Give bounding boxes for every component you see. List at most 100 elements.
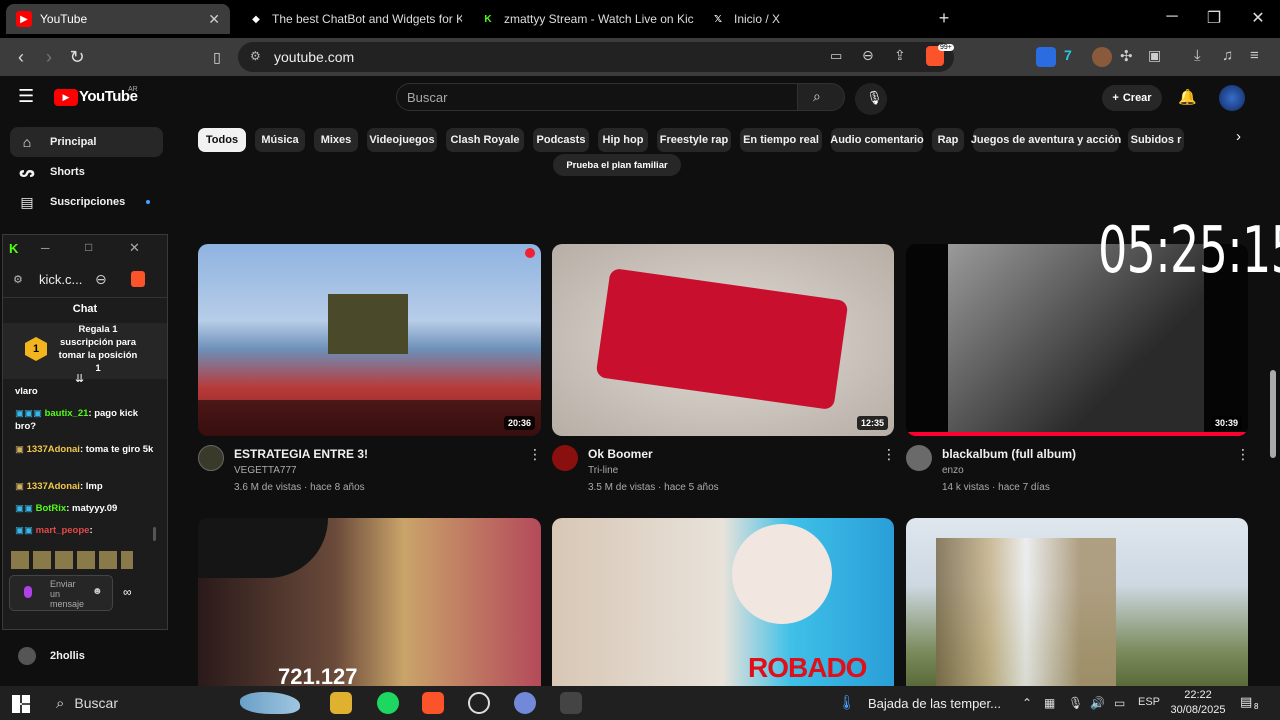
chat-username[interactable]: mart_peope [36, 525, 90, 536]
search-input[interactable] [397, 84, 797, 110]
chip-8[interactable]: En tiempo real [740, 128, 822, 152]
capture-app-icon[interactable] [560, 692, 582, 714]
channel-name[interactable]: enzo [942, 465, 964, 476]
translate-icon[interactable] [1036, 47, 1056, 67]
channel-avatar[interactable] [198, 445, 224, 471]
page-scrollbar[interactable] [1270, 370, 1276, 458]
restore-icon[interactable]: ❐ [1194, 8, 1234, 28]
window-close-icon[interactable]: ✕ [1238, 8, 1278, 28]
search-button[interactable]: ⌕ [797, 83, 845, 111]
emoji-icon[interactable]: ☻ [92, 586, 103, 597]
sidebar-item-suscripciones[interactable]: ▤ Suscripciones [10, 187, 163, 217]
popup-maximize-icon[interactable]: □ [85, 240, 92, 254]
extensions-puzzle-icon[interactable]: ✣ [1120, 47, 1140, 67]
video-thumbnail[interactable]: ROBADO [552, 518, 894, 686]
video-title[interactable]: ESTRATEGIA ENTRE 3! [234, 447, 368, 461]
hamburger-menu-icon[interactable]: ☰ [18, 86, 34, 107]
new-tab-icon[interactable]: + [924, 8, 964, 29]
emote-row[interactable] [11, 551, 133, 569]
chip-6[interactable]: Hip hop [598, 128, 648, 152]
language-indicator[interactable]: ESP [1138, 696, 1160, 708]
zoom-icon[interactable]: ⊖ [862, 47, 874, 64]
chip-7[interactable]: Freestyle rap [657, 128, 731, 152]
family-plan-button[interactable]: Prueba el plan familiar [553, 154, 681, 176]
youtube-logo-icon[interactable]: ▶ [54, 89, 78, 106]
windows-start-icon[interactable] [12, 695, 30, 713]
tray-overflow-icon[interactable]: ⌃ [1022, 696, 1032, 710]
chip-4[interactable]: Clash Royale [446, 128, 524, 152]
chat-username[interactable]: 1337Adonai [27, 444, 80, 455]
chip-1[interactable]: Música [255, 128, 305, 152]
tab-kick[interactable]: K zmattyy Stream - Watch Live on Kick [470, 4, 694, 34]
url-field[interactable]: ⚙ youtube.com ▭ ⊖ ⇪ 99+ [238, 42, 954, 72]
sidebar-item-shorts[interactable]: ᔕ Shorts [10, 157, 163, 187]
more-options-icon[interactable]: ⋮ [882, 446, 896, 463]
chat-username[interactable]: bautix_21 [45, 408, 89, 419]
taskbar-clock[interactable]: 22:22 30/08/2025 [1170, 688, 1226, 718]
popup-url[interactable]: kick.c... [39, 272, 82, 287]
sidebar-item-principal[interactable]: ⌂ Principal [10, 127, 163, 157]
chip-11[interactable]: Juegos de aventura y acción [971, 128, 1121, 152]
video-thumbnail[interactable]: 20:36 [198, 244, 541, 436]
chat-scrollbar[interactable] [153, 527, 156, 541]
reload-icon[interactable]: ↻ [66, 46, 88, 68]
chips-next-icon[interactable]: › [1236, 128, 1241, 145]
chip-10[interactable]: Rap [932, 128, 964, 152]
tray-app-icon[interactable]: ▦ [1044, 696, 1055, 710]
account-avatar[interactable] [1219, 85, 1245, 111]
close-icon[interactable]: ✕ [208, 11, 220, 28]
more-options-icon[interactable]: ⋮ [528, 446, 542, 463]
chat-username[interactable]: 1337Adonai [27, 481, 80, 492]
media-icon[interactable]: ♫ [1222, 47, 1242, 67]
back-icon[interactable]: ‹ [10, 46, 32, 68]
sidebar-panel-icon[interactable]: ▣ [1148, 47, 1168, 67]
taskbar-search[interactable]: ⌕ Buscar [44, 686, 308, 720]
cast-icon[interactable]: ▭ [830, 48, 842, 64]
share-icon[interactable]: ⇪ [894, 47, 906, 64]
video-title[interactable]: blackalbum (full album) [942, 447, 1076, 461]
spotify-icon[interactable] [377, 692, 399, 714]
popup-minimize-icon[interactable]: ─ [41, 241, 50, 255]
channel-name[interactable]: VEGETTA777 [234, 465, 297, 476]
extension-cookie-icon[interactable] [1092, 47, 1112, 67]
minimize-icon[interactable]: ─ [1152, 8, 1192, 26]
file-explorer-icon[interactable] [330, 692, 352, 714]
voice-search-button[interactable]: 🎙 [855, 83, 887, 115]
popup-close-icon[interactable]: ✕ [129, 240, 140, 256]
menu-icon[interactable]: ≡ [1250, 47, 1270, 67]
more-options-icon[interactable]: ⋮ [1236, 446, 1250, 463]
create-button[interactable]: + Crear [1102, 85, 1162, 111]
obs-icon[interactable] [468, 692, 490, 714]
chat-input[interactable]: Enviar un mensaje ☻ [9, 575, 113, 611]
chip-5[interactable]: Podcasts [533, 128, 589, 152]
tab-chatbot[interactable]: ◆ The best ChatBot and Widgets for Kic [238, 4, 462, 34]
volume-icon[interactable]: 🔊 [1090, 696, 1105, 710]
channel-avatar[interactable] [552, 445, 578, 471]
tab-youtube[interactable]: ▶ YouTube ✕ [6, 4, 230, 34]
discord-icon[interactable] [514, 692, 536, 714]
channel-name[interactable]: Tri-line [588, 465, 618, 476]
chip-12[interactable]: Subidos r [1128, 128, 1184, 152]
channel-avatar[interactable] [906, 445, 932, 471]
bookmark-icon[interactable]: ▯ [206, 46, 228, 68]
video-thumbnail[interactable] [906, 518, 1248, 686]
extension-7tv-icon[interactable]: 7 [1064, 47, 1084, 67]
forward-icon[interactable]: › [38, 46, 60, 68]
site-info-icon[interactable]: ⚙ [250, 49, 261, 63]
video-thumbnail[interactable]: 721.127 [198, 518, 541, 686]
video-title[interactable]: Ok Boomer [588, 447, 653, 461]
popup-brave-icon[interactable] [131, 271, 145, 287]
chat-username[interactable]: BotRix [36, 503, 67, 514]
infinity-icon[interactable]: ∞ [123, 585, 132, 599]
notifications-bell-icon[interactable]: 🔔 [1178, 88, 1197, 106]
tab-x[interactable]: 𝕏 Inicio / X [700, 4, 924, 34]
chip-3[interactable]: Videojuegos [367, 128, 437, 152]
notifications-icon[interactable]: ▤ [1240, 694, 1252, 710]
chip-9[interactable]: Audio comentario [830, 128, 924, 152]
video-thumbnail[interactable]: 12:35 [552, 244, 894, 436]
mic-icon[interactable] [24, 586, 32, 598]
download-icon[interactable]: ⤓ [1194, 47, 1214, 67]
chip-2[interactable]: Mixes [314, 128, 358, 152]
brave-browser-icon[interactable] [422, 692, 444, 714]
network-icon[interactable]: ▭ [1114, 696, 1125, 710]
